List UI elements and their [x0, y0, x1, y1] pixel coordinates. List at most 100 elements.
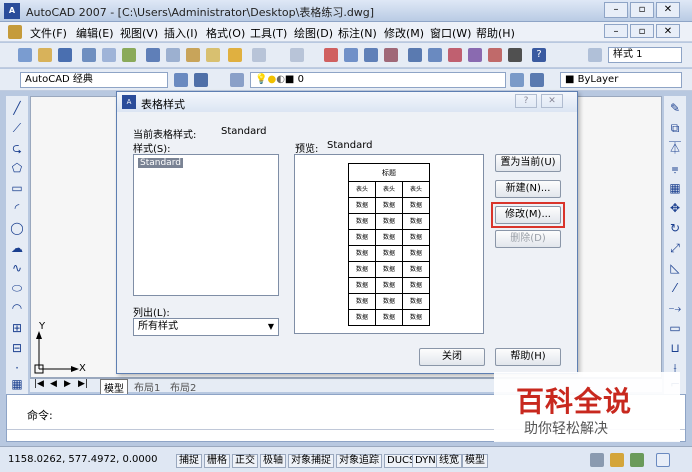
- insert-block-icon[interactable]: ⊞: [9, 320, 25, 336]
- text-style-icon[interactable]: [588, 48, 602, 62]
- match-properties-icon[interactable]: [206, 48, 220, 62]
- design-center-icon[interactable]: [428, 48, 442, 62]
- ortho-toggle[interactable]: 正交: [232, 454, 258, 468]
- my-workspace-icon[interactable]: [194, 73, 208, 87]
- block-editor-icon[interactable]: [228, 48, 242, 62]
- make-current-layer-icon[interactable]: [510, 73, 524, 87]
- ellipse-icon[interactable]: ⬭: [9, 280, 25, 296]
- pan-icon[interactable]: [324, 48, 338, 62]
- close-button[interactable]: 关闭: [419, 348, 485, 366]
- layer-previous-icon[interactable]: [530, 73, 544, 87]
- markup-icon[interactable]: [488, 48, 502, 62]
- make-block-icon[interactable]: ⊟: [9, 340, 25, 356]
- menu-format[interactable]: 格式(O): [206, 25, 245, 41]
- zoom-previous-icon[interactable]: [384, 48, 398, 62]
- list-filter-select[interactable]: 所有样式 ▼: [133, 318, 279, 336]
- line-icon[interactable]: ╱: [9, 100, 25, 116]
- communication-center-icon[interactable]: [590, 453, 604, 467]
- spline-icon[interactable]: ∿: [9, 260, 25, 276]
- layer-properties-icon[interactable]: [230, 73, 244, 87]
- zoom-realtime-icon[interactable]: [344, 48, 358, 62]
- array-icon[interactable]: ▦: [667, 180, 683, 196]
- tray-settings-icon[interactable]: [630, 453, 644, 467]
- clean-screen-icon[interactable]: [656, 453, 670, 467]
- menu-file[interactable]: 文件(F): [30, 25, 67, 41]
- paste-icon[interactable]: [186, 48, 200, 62]
- undo-icon[interactable]: [252, 48, 266, 62]
- circle-icon[interactable]: ◯: [9, 220, 25, 236]
- help-button[interactable]: 帮助(H): [495, 348, 561, 366]
- otrack-toggle[interactable]: 对象追踪: [336, 454, 382, 468]
- extend-icon[interactable]: ⤍: [667, 300, 683, 316]
- tool-palettes-icon[interactable]: [448, 48, 462, 62]
- workspace-combo[interactable]: AutoCAD 经典: [20, 72, 168, 88]
- menu-view[interactable]: 视图(V): [120, 25, 158, 41]
- print-icon[interactable]: [82, 48, 96, 62]
- tab-layout2[interactable]: 布局2: [170, 379, 196, 394]
- redo-icon[interactable]: [290, 48, 304, 62]
- text-style-combo[interactable]: 样式 1: [608, 47, 682, 63]
- calculator-icon[interactable]: [508, 48, 522, 62]
- menu-tools[interactable]: 工具(T): [250, 25, 287, 41]
- rectangle-icon[interactable]: ▭: [9, 180, 25, 196]
- close-window-button[interactable]: ✕: [656, 2, 680, 18]
- osnap-toggle[interactable]: 对象捕捉: [288, 454, 334, 468]
- mirror-icon[interactable]: ⏄: [667, 140, 683, 156]
- move-icon[interactable]: ✥: [667, 200, 683, 216]
- doc-restore-button[interactable]: ▫: [630, 24, 654, 38]
- ellipse-arc-icon[interactable]: ◠: [9, 300, 25, 316]
- polar-toggle[interactable]: 极轴: [260, 454, 286, 468]
- maximize-button[interactable]: ▫: [630, 2, 654, 18]
- dialog-help-button[interactable]: ?: [515, 94, 537, 108]
- revision-cloud-icon[interactable]: ☁: [9, 240, 25, 256]
- doc-close-button[interactable]: ✕: [656, 24, 680, 38]
- tab-nav-first[interactable]: |◀: [34, 379, 44, 389]
- menu-dimension[interactable]: 标注(N): [338, 25, 377, 41]
- zoom-window-icon[interactable]: [364, 48, 378, 62]
- menu-draw[interactable]: 绘图(D): [294, 25, 333, 41]
- break-icon[interactable]: ▭: [667, 320, 683, 336]
- rotate-icon[interactable]: ↻: [667, 220, 683, 236]
- new-style-button[interactable]: 新建(N)...: [495, 180, 561, 198]
- layer-combo[interactable]: 💡●◐■ 0: [250, 72, 506, 88]
- style-item-standard[interactable]: Standard: [138, 158, 183, 168]
- stretch-icon[interactable]: ◺: [667, 260, 683, 276]
- tab-nav-last[interactable]: ▶|: [78, 379, 88, 389]
- dialog-close-button[interactable]: ✕: [541, 94, 563, 108]
- copy-icon[interactable]: [166, 48, 180, 62]
- save-icon[interactable]: [58, 48, 72, 62]
- minimize-button[interactable]: –: [604, 2, 628, 18]
- copy-object-icon[interactable]: ⧉: [667, 120, 683, 136]
- tab-nav-next[interactable]: ▶: [64, 379, 71, 389]
- doc-minimize-button[interactable]: –: [604, 24, 628, 38]
- sheet-set-icon[interactable]: [468, 48, 482, 62]
- snap-toggle[interactable]: 捕捉: [176, 454, 202, 468]
- tab-nav-prev[interactable]: ◀: [50, 379, 57, 389]
- offset-icon[interactable]: ⩦: [667, 160, 683, 176]
- delete-style-button[interactable]: 删除(D): [495, 230, 561, 248]
- erase-icon[interactable]: ✎: [667, 100, 683, 116]
- new-icon[interactable]: [18, 48, 32, 62]
- model-toggle[interactable]: 模型: [462, 454, 488, 468]
- menu-insert[interactable]: 插入(I): [164, 25, 198, 41]
- properties-icon[interactable]: [408, 48, 422, 62]
- point-icon[interactable]: ·: [9, 360, 25, 376]
- join-icon[interactable]: ⊔: [667, 340, 683, 356]
- polygon-icon[interactable]: ⬠: [9, 160, 25, 176]
- tab-layout1[interactable]: 布局1: [134, 379, 160, 394]
- construction-line-icon[interactable]: ⟋: [9, 120, 25, 136]
- menu-help[interactable]: 帮助(H): [476, 25, 515, 41]
- menu-modify[interactable]: 修改(M): [384, 25, 424, 41]
- color-combo[interactable]: ■ ByLayer: [560, 72, 682, 88]
- lock-icon[interactable]: [610, 453, 624, 467]
- scale-icon[interactable]: ⤢: [667, 240, 683, 256]
- open-icon[interactable]: [38, 48, 52, 62]
- styles-list[interactable]: Standard: [133, 154, 279, 296]
- set-current-button[interactable]: 置为当前(U): [495, 154, 561, 172]
- preview-icon[interactable]: [102, 48, 116, 62]
- trim-icon[interactable]: ⁄: [667, 280, 683, 296]
- polyline-icon[interactable]: ⮎: [9, 140, 25, 156]
- arc-icon[interactable]: ◜: [9, 200, 25, 216]
- hatch-icon[interactable]: ▦: [9, 376, 25, 392]
- grid-toggle[interactable]: 栅格: [204, 454, 230, 468]
